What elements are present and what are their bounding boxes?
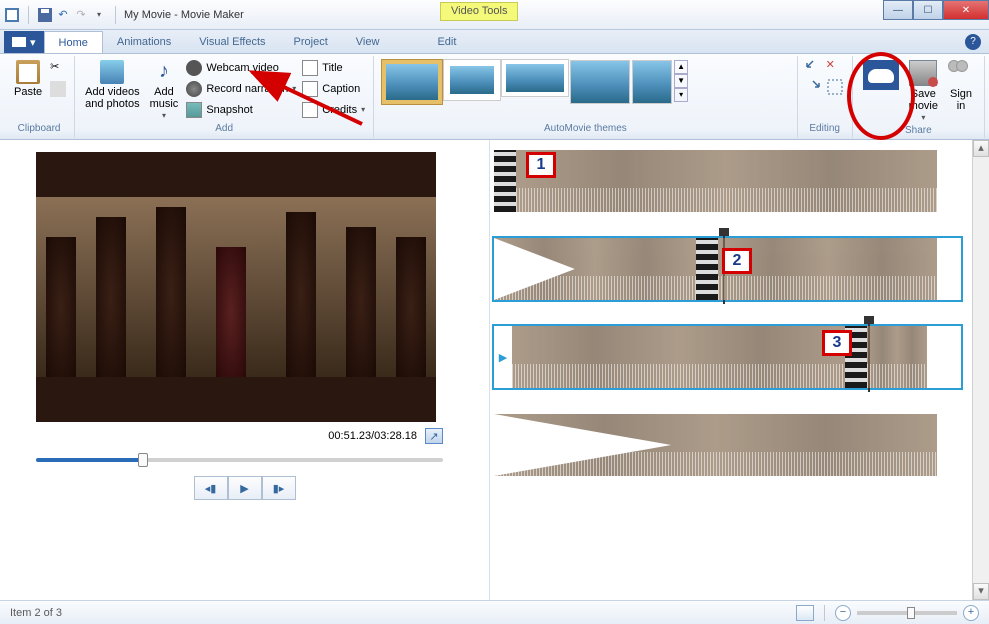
seek-bar[interactable] xyxy=(36,458,443,462)
save-movie-button[interactable]: Save movie xyxy=(905,58,942,125)
timeline-pane: ▶ 1 2 3 ▴ ▾ xyxy=(490,140,989,600)
zoom-slider[interactable] xyxy=(857,611,957,615)
title-icon xyxy=(302,60,318,76)
copy-button[interactable] xyxy=(48,79,68,99)
themes-scroll-down[interactable]: ▼ xyxy=(674,74,688,88)
zoom-thumb[interactable] xyxy=(907,607,915,619)
preview-pane: 00:51.23/03:28.18 ↗ ◂▮ ▶ ▮▸ xyxy=(0,140,490,600)
close-button[interactable]: ✕ xyxy=(943,0,989,20)
minimize-button[interactable]: — xyxy=(883,0,913,20)
rotate-right-icon[interactable] xyxy=(804,78,822,96)
delete-icon[interactable]: ✕ xyxy=(826,58,844,76)
credits-button[interactable]: Credits xyxy=(300,100,367,120)
play-button[interactable]: ▶ xyxy=(228,476,262,500)
add-videos-icon xyxy=(100,60,124,84)
theme-thumb-2[interactable] xyxy=(444,60,500,100)
clip-4[interactable] xyxy=(494,414,961,476)
theme-thumb-3[interactable] xyxy=(502,60,568,96)
group-editing: ✕ Editing xyxy=(798,56,853,138)
status-bar: Item 2 of 3 − + xyxy=(0,600,989,624)
sign-in-icon xyxy=(948,60,974,86)
help-icon[interactable]: ? xyxy=(965,34,981,50)
microphone-icon xyxy=(186,81,202,97)
copy-icon xyxy=(50,81,66,97)
snapshot-button[interactable]: Snapshot xyxy=(184,100,298,120)
group-clipboard: Paste ✂ Clipboard xyxy=(4,56,75,138)
credits-icon xyxy=(302,102,318,118)
cut-button[interactable]: ✂ xyxy=(48,58,68,78)
status-text: Item 2 of 3 xyxy=(10,607,62,619)
add-videos-button[interactable]: Add videos and photos xyxy=(81,58,143,112)
title-button[interactable]: Title xyxy=(300,58,367,78)
music-icon: ♪ xyxy=(152,60,176,84)
app-icon xyxy=(4,7,20,23)
tab-view[interactable]: View xyxy=(342,31,394,53)
ribbon: Paste ✂ Clipboard Add videos and photos … xyxy=(0,54,989,140)
preview-video[interactable] xyxy=(36,152,436,422)
zoom-out-button[interactable]: − xyxy=(835,605,851,621)
tab-animations[interactable]: Animations xyxy=(103,31,185,53)
paste-button[interactable]: Paste xyxy=(10,58,46,100)
undo-icon[interactable]: ↶ xyxy=(55,7,71,23)
themes-expand[interactable]: ▾ xyxy=(674,88,688,102)
caption-icon xyxy=(302,81,318,97)
tab-project[interactable]: Project xyxy=(280,31,342,53)
ribbon-tabs: ▾ Home Animations Visual Effects Project… xyxy=(0,30,989,54)
marker-1: 1 xyxy=(526,152,556,178)
view-mode-icon[interactable] xyxy=(796,605,814,621)
redo-icon[interactable]: ↷ xyxy=(73,7,89,23)
timeline-scrollbar[interactable]: ▴ ▾ xyxy=(972,140,989,600)
webcam-icon xyxy=(186,60,202,76)
theme-thumb-4[interactable] xyxy=(570,60,630,104)
marker-3: 3 xyxy=(822,330,852,356)
tab-visual-effects[interactable]: Visual Effects xyxy=(185,31,279,53)
marker-2: 2 xyxy=(722,248,752,274)
webcam-button[interactable]: Webcam video xyxy=(184,58,298,78)
seek-thumb[interactable] xyxy=(138,453,148,467)
themes-scroll-up[interactable]: ▲ xyxy=(674,60,688,74)
tab-home[interactable]: Home xyxy=(44,31,103,53)
zoom-in-button[interactable]: + xyxy=(963,605,979,621)
group-share: Save movie Sign in Share xyxy=(853,56,985,138)
file-tab[interactable]: ▾ xyxy=(4,31,44,53)
caption-button[interactable]: Caption xyxy=(300,79,367,99)
title-bar: ↶ ↷ My Movie - Movie Maker Video Tools —… xyxy=(0,0,989,30)
sign-in-button[interactable]: Sign in xyxy=(944,58,978,114)
paste-icon xyxy=(16,60,40,84)
theme-thumb-5[interactable] xyxy=(632,60,672,104)
save-movie-icon xyxy=(909,60,937,86)
scissors-icon: ✂ xyxy=(50,60,66,76)
scroll-down-icon[interactable]: ▾ xyxy=(973,583,989,600)
clip-3[interactable]: ▶ xyxy=(494,326,961,388)
time-display: 00:51.23/03:28.18 xyxy=(328,430,417,442)
save-icon[interactable] xyxy=(37,7,53,23)
prev-frame-button[interactable]: ◂▮ xyxy=(194,476,228,500)
fullscreen-button[interactable]: ↗ xyxy=(425,428,443,444)
next-frame-button[interactable]: ▮▸ xyxy=(262,476,296,500)
maximize-button[interactable]: ☐ xyxy=(913,0,943,20)
qat-dropdown[interactable] xyxy=(91,7,107,23)
onedrive-button[interactable] xyxy=(859,58,903,92)
group-add: Add videos and photos ♪ Add music Webcam… xyxy=(75,56,374,138)
scroll-up-icon[interactable]: ▴ xyxy=(973,140,989,157)
snapshot-icon xyxy=(186,102,202,118)
theme-thumb-1[interactable] xyxy=(382,60,442,104)
onedrive-icon xyxy=(863,60,899,90)
window-title: My Movie - Movie Maker xyxy=(124,9,244,21)
contextual-tab-video-tools[interactable]: Video Tools xyxy=(440,2,518,21)
add-music-button[interactable]: ♪ Add music xyxy=(146,58,183,123)
group-automovie: ▲ ▼ ▾ AutoMovie themes xyxy=(374,56,798,138)
record-narration-button[interactable]: Record narration xyxy=(184,79,298,99)
select-all-icon[interactable] xyxy=(826,78,844,96)
clip-1[interactable] xyxy=(494,150,961,212)
tab-edit[interactable]: Edit xyxy=(423,31,470,53)
rotate-left-icon[interactable] xyxy=(804,58,822,76)
